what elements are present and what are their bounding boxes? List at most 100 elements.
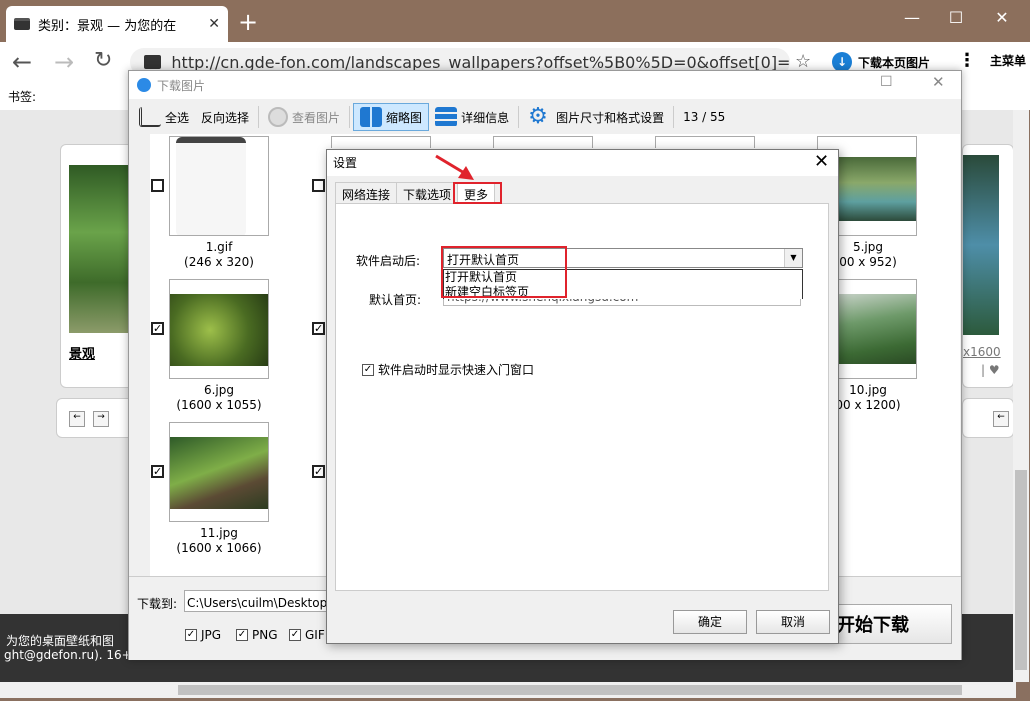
thumbnail-image[interactable] (169, 422, 269, 522)
footer-line2: ght@gdefon.ru). 16+ (4, 648, 132, 662)
size-format-label: 图片尺寸和格式设置 (556, 110, 665, 125)
horizontal-scroll-thumb[interactable] (178, 685, 962, 695)
settings-title: 设置 (333, 156, 358, 170)
new-tab-button[interactable]: + (238, 10, 258, 34)
checkbox-icon: ✓ (185, 629, 197, 641)
select-all-button[interactable]: 全选 (133, 103, 195, 131)
annotation-box-dropdown (441, 246, 567, 298)
format-jpg-label: JPG (201, 628, 222, 642)
grid-icon (360, 107, 383, 127)
home-page-label: 默认首页: (369, 293, 422, 307)
item-checkbox[interactable]: ✓ (312, 322, 325, 335)
toolbar-divider (518, 106, 520, 128)
checkbox-icon: ✓ (362, 363, 374, 376)
tab-network[interactable]: 网络连接 (335, 182, 398, 204)
vertical-scroll-thumb[interactable] (1015, 470, 1027, 670)
thumbnail-image[interactable] (169, 279, 269, 379)
right-card[interactable]: x1600 | ♥ (962, 144, 1014, 388)
main-menu-button[interactable]: ⋮ 主菜单 (958, 49, 1027, 71)
format-png-label: PNG (252, 628, 278, 642)
format-png-checkbox[interactable]: ✓ PNG (236, 628, 278, 642)
invert-label: 反向选择 (201, 110, 250, 125)
annotation-arrow-icon (435, 154, 474, 180)
size-format-button[interactable]: ⚙ 图片尺寸和格式设置 (522, 103, 670, 131)
close-window-icon[interactable]: ✕ (990, 8, 1014, 27)
show-quickstart-label: 软件启动时显示快速入门窗口 (378, 363, 535, 377)
item-checkbox[interactable]: ✓ (151, 322, 164, 335)
item-checkbox[interactable]: ✓ (312, 465, 325, 478)
details-label: 详细信息 (461, 110, 510, 125)
settings-titlebar: 设置 (327, 150, 838, 176)
item-caption: 1.gif (246 x 320) (184, 240, 254, 269)
thumbnail-image[interactable] (331, 136, 431, 148)
format-jpg-checkbox[interactable]: ✓ JPG (185, 628, 221, 642)
right-card-image (963, 155, 999, 335)
more-vert-icon: ⋮ (958, 49, 976, 71)
prev-page-icon[interactable]: ← (69, 411, 85, 427)
right-card-label[interactable]: x1600 (963, 345, 1001, 359)
format-gif-checkbox[interactable]: ✓ GIF (289, 628, 325, 642)
invert-selection-button[interactable]: 反向选择 (195, 103, 255, 131)
item-caption: 11.jpg (1600 x 1066) (176, 526, 262, 555)
item-checkbox[interactable] (151, 179, 164, 192)
download-path-field[interactable]: C:\Users\cuilm\Desktop\花 (184, 590, 334, 612)
detail-view-button[interactable]: 详细信息 (429, 103, 515, 131)
minimize-icon[interactable]: — (900, 8, 924, 27)
thumbs-label: 缩略图 (386, 110, 423, 125)
list-icon (435, 107, 458, 127)
downloader-titlebar: 下载图片 (129, 71, 961, 99)
checkbox-icon: ✓ (289, 629, 301, 641)
url-text[interactable]: http://cn.gde-fon.com/landscapes_wallpap… (171, 53, 790, 72)
next-page-right-icon[interactable]: ← (993, 411, 1009, 427)
left-card-image (69, 165, 133, 333)
tab-close-icon[interactable]: ✕ (208, 16, 220, 32)
thumbnail-view-button[interactable]: 缩略图 (353, 103, 430, 131)
tab-title: 类别：景观 — 为您的在 (38, 18, 177, 34)
download-icon: ↓ (832, 52, 852, 72)
heart-icon[interactable]: | ♥ (981, 363, 1000, 377)
item-caption: 6.jpg (1600 x 1055) (176, 383, 262, 412)
main-menu-label: 主菜单 (990, 54, 1027, 68)
format-gif-label: GIF (305, 628, 325, 642)
downloader-title: 下载图片 (157, 78, 206, 93)
left-card-label[interactable]: 景观 (69, 343, 95, 362)
thumbnail-image[interactable] (169, 136, 269, 236)
item-checkbox[interactable] (312, 179, 325, 192)
downloader-toolbar: 全选 反向选择 查看图片 缩略图 详细信息 ⚙ 图片尺寸和格式设置 13 / 5… (129, 100, 961, 134)
thumbnail-image[interactable] (655, 136, 755, 148)
forward-arrow-icon[interactable]: → (54, 48, 74, 76)
bookmark-star-icon[interactable]: ☆ (795, 51, 811, 72)
cancel-button[interactable]: 取消 (756, 610, 830, 634)
thumb-photo (170, 437, 268, 509)
next-page-icon[interactable]: → (93, 411, 109, 427)
maximize-icon[interactable]: ☐ (944, 8, 968, 27)
chevron-down-icon[interactable]: ▼ (784, 249, 802, 267)
checklist-icon (139, 107, 161, 127)
reload-icon[interactable]: ↻ (94, 48, 112, 73)
show-quickstart-checkbox[interactable]: ✓ 软件启动时显示快速入门窗口 (362, 361, 534, 378)
footer-line1: 为您的桌面壁纸和图 (6, 634, 115, 648)
browser-tab[interactable]: 类别：景观 — 为您的在 ✕ (6, 6, 228, 42)
thumbnail-image[interactable] (493, 136, 593, 148)
ok-button[interactable]: 确定 (673, 610, 747, 634)
item-checkbox[interactable]: ✓ (151, 465, 164, 478)
bookmarks-label: 书签: (8, 90, 37, 104)
toolbar-divider (258, 106, 260, 128)
back-arrow-icon[interactable]: ← (12, 48, 32, 76)
download-page-label: 下载本页图片 (858, 55, 931, 70)
select-all-label: 全选 (165, 110, 190, 125)
tab-favicon-icon (14, 18, 30, 30)
settings-close-icon[interactable]: ✕ (814, 151, 829, 172)
left-pager: ← → (56, 398, 136, 438)
downloader-maximize-icon[interactable]: ☐ (880, 74, 893, 90)
download-to-label: 下载到: (137, 597, 178, 611)
view-label: 查看图片 (292, 110, 341, 125)
download-page-button[interactable]: ↓ 下载本页图片 (832, 52, 930, 72)
thumb-photo (170, 294, 268, 366)
view-image-button[interactable]: 查看图片 (262, 103, 346, 131)
image-count: 13 / 55 (683, 110, 726, 124)
view-icon (268, 107, 289, 127)
page-icon (144, 55, 162, 69)
downloader-logo-icon (137, 78, 151, 92)
downloader-close-icon[interactable]: ✕ (932, 73, 945, 91)
